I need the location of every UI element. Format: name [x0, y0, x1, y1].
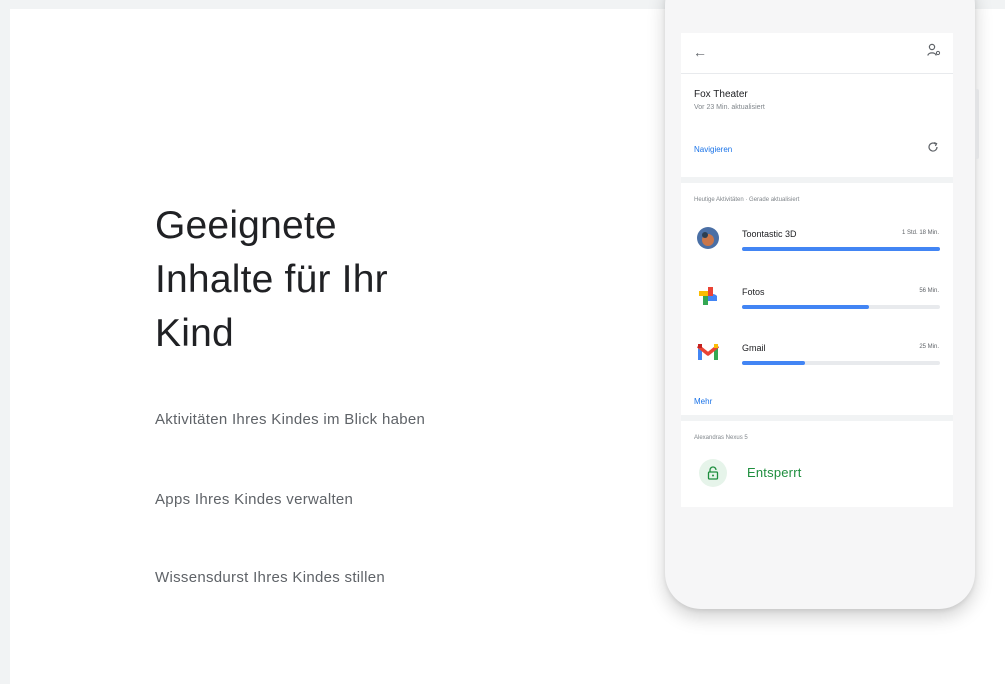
- app-row-photos[interactable]: Fotos 56 Min.: [681, 277, 953, 327]
- back-arrow-icon[interactable]: ←: [693, 44, 707, 60]
- app-name: Fotos: [742, 287, 765, 297]
- device-status: Entsperrt: [747, 465, 802, 480]
- phone-screen: ← Fox Theater Vor 23 Min. aktualisiert N…: [681, 33, 953, 507]
- app-time: 1 Std. 18 Min.: [901, 230, 939, 236]
- device-label: Alexandras Nexus 5: [694, 435, 748, 441]
- content-card: Geeignete Inhalte für Ihr Kind Aktivität…: [10, 0, 1005, 684]
- refresh-icon[interactable]: [927, 141, 939, 153]
- app-name: Gmail: [742, 343, 766, 353]
- usage-bar: [742, 247, 940, 251]
- activity-section: Heutige Aktivitäten · Gerade aktualisier…: [681, 183, 953, 421]
- gmail-app-icon: [697, 344, 719, 360]
- page-headline: Geeignete Inhalte für Ihr Kind: [155, 204, 388, 355]
- usage-bar: [742, 361, 940, 365]
- toontastic-app-icon: [697, 227, 719, 249]
- phone-mockup: ← Fox Theater Vor 23 Min. aktualisiert N…: [665, 0, 979, 609]
- navigate-link[interactable]: Navigieren: [694, 145, 732, 154]
- app-top-bar: ←: [681, 33, 953, 74]
- feature-knowledge[interactable]: Wissensdurst Ihres Kindes stillen: [155, 569, 385, 586]
- app-time: 25 Min.: [919, 344, 939, 350]
- usage-bar-fill: [742, 361, 806, 365]
- feature-apps[interactable]: Apps Ihres Kindes verwalten: [155, 491, 353, 508]
- app-name: Toontastic 3D: [742, 229, 797, 239]
- phone-side-button: [975, 89, 979, 159]
- person-settings-icon[interactable]: [927, 43, 941, 57]
- location-updated: Vor 23 Min. aktualisiert: [694, 104, 765, 111]
- feature-activity[interactable]: Aktivitäten Ihres Kindes im Blick haben: [155, 411, 425, 428]
- photos-app-icon: [699, 287, 717, 305]
- device-section: Alexandras Nexus 5 Entsperrt: [681, 421, 953, 507]
- unlocked-lock-icon: [699, 459, 727, 487]
- activity-label: Heutige Aktivitäten · Gerade aktualisier…: [694, 197, 800, 203]
- location-place: Fox Theater: [694, 89, 748, 100]
- usage-bar-fill: [742, 247, 940, 251]
- app-row-toontastic[interactable]: Toontastic 3D 1 Std. 18 Min.: [681, 219, 953, 269]
- more-link[interactable]: Mehr: [694, 397, 712, 406]
- usage-bar: [742, 305, 940, 309]
- app-time: 56 Min.: [919, 288, 939, 294]
- location-section: Fox Theater Vor 23 Min. aktualisiert Nav…: [681, 77, 953, 183]
- usage-bar-fill: [742, 305, 869, 309]
- app-row-gmail[interactable]: Gmail 25 Min.: [681, 333, 953, 383]
